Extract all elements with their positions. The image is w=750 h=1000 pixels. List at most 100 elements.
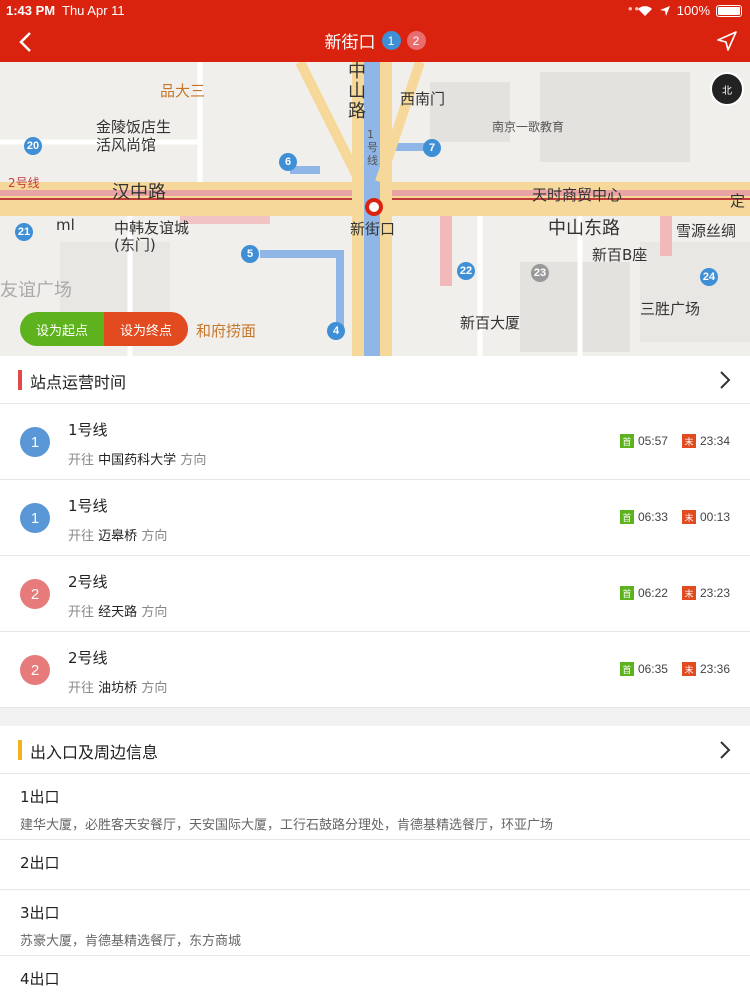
map-poi-youyi: 友谊广场 bbox=[0, 280, 72, 301]
toward-label: 开往 bbox=[68, 605, 95, 620]
wifi-icon bbox=[637, 5, 652, 16]
last-train-tag: 末 bbox=[681, 586, 696, 600]
line-number-badge: 2 bbox=[20, 655, 50, 685]
first-train-time: 06:22 bbox=[637, 586, 668, 600]
line-schedule-row[interactable]: 1 1号线 开往 中国药科大学 方向 首 05:57 末 23:34 bbox=[0, 404, 750, 480]
chevron-right-icon bbox=[720, 741, 731, 759]
line-name: 2号线 bbox=[68, 573, 108, 591]
line-destination: 油坊桥 bbox=[98, 681, 138, 696]
last-train-time: 23:34 bbox=[699, 434, 730, 448]
line-name: 1号线 bbox=[68, 497, 108, 515]
line-destination: 中国药科大学 bbox=[98, 453, 177, 468]
map-exit-marker[interactable]: 24 bbox=[700, 268, 718, 286]
line-name: 2号线 bbox=[68, 649, 108, 667]
map-road-hanzhong: 汉中路 bbox=[112, 182, 166, 203]
map-poi-xinbai: 新百大厦 bbox=[460, 314, 521, 332]
first-train-time: 06:33 bbox=[637, 510, 668, 524]
map-road-zhongshandong: 中山东路 bbox=[548, 218, 620, 239]
map-poi-xueyuan: 雪源丝绸 bbox=[676, 222, 737, 240]
exit-item[interactable]: 1出口 建华大厦，必胜客天安餐厅，天安国际大厦，工行石鼓路分理处，肯德基精选餐厅… bbox=[0, 774, 750, 840]
toward-label: 开往 bbox=[68, 453, 95, 468]
direction-label: 方向 bbox=[141, 529, 168, 544]
status-date: Thu Apr 11 bbox=[62, 3, 125, 18]
map-poi-jinling: 金陵饭店生 活风尚馆 bbox=[96, 118, 172, 154]
map-exit-marker[interactable]: 5 bbox=[241, 245, 259, 263]
map-exit-marker[interactable]: 23 bbox=[531, 264, 549, 282]
set-end-button[interactable]: 设为终点 bbox=[104, 312, 189, 346]
compass-icon[interactable]: 北 bbox=[710, 72, 744, 106]
map-exit-marker[interactable]: 21 bbox=[15, 223, 33, 241]
exit-item[interactable]: 2出口 bbox=[0, 840, 750, 890]
line-schedule-row[interactable]: 2 2号线 开往 经天路 方向 首 06:22 末 23:23 bbox=[0, 556, 750, 632]
line-number-badge: 1 bbox=[20, 503, 50, 533]
map-poi-edu: 南京一歌教育 bbox=[492, 120, 565, 134]
map-exit-marker[interactable]: 22 bbox=[457, 262, 475, 280]
map-exit-marker[interactable]: 4 bbox=[327, 322, 345, 340]
operation-hours-title: 站点运营时间 bbox=[30, 373, 127, 392]
first-train-time: 05:57 bbox=[637, 434, 668, 448]
exit-description: 建华大厦，必胜客天安餐厅，天安国际大厦，工行石鼓路分理处，肯德基精选餐厅，环亚广… bbox=[20, 818, 554, 833]
exits-header[interactable]: 出入口及周边信息 bbox=[0, 726, 750, 774]
direction-label: 方向 bbox=[180, 453, 207, 468]
map-exit-marker[interactable]: 20 bbox=[24, 137, 42, 155]
last-train-time: 23:36 bbox=[699, 662, 730, 676]
section-accent bbox=[18, 370, 22, 390]
battery-percent: 100% bbox=[676, 3, 710, 18]
map-poi-zhonghan: 中韩友谊城 (东门) bbox=[114, 219, 190, 254]
station-map[interactable]: 品大三 中 山 路 西南门 金陵饭店生 活风尚馆 南京一歌教育 1 号 线 汉中… bbox=[0, 62, 750, 356]
line-destination: 迈皋桥 bbox=[98, 529, 138, 544]
route-pill: 设为起点 设为终点 bbox=[20, 312, 189, 346]
schedule-times: 首 05:57 末 23:34 bbox=[619, 434, 730, 448]
line-schedule-row[interactable]: 2 2号线 开往 油坊桥 方向 首 06:35 末 23:36 bbox=[0, 632, 750, 708]
app-header: 1:43 PM Thu Apr 11 ••• 100% 新街口 1 2 bbox=[0, 0, 750, 62]
direction-label: 方向 bbox=[141, 605, 168, 620]
operation-hours-header[interactable]: 站点运营时间 bbox=[0, 356, 750, 404]
exit-item[interactable]: 3出口 苏豪大厦，肯德基精选餐厅，东方商城 bbox=[0, 890, 750, 956]
last-train-tag: 末 bbox=[681, 510, 696, 524]
section-divider bbox=[0, 708, 750, 726]
schedule-times: 首 06:35 末 23:36 bbox=[619, 662, 730, 676]
map-exit-marker[interactable]: 6 bbox=[279, 153, 297, 171]
exit-name: 3出口 bbox=[20, 904, 60, 922]
last-train-tag: 末 bbox=[681, 662, 696, 676]
exits-title: 出入口及周边信息 bbox=[30, 743, 159, 762]
map-line1-label: 1 号 线 bbox=[367, 128, 378, 167]
map-poi-ml: ml bbox=[56, 216, 75, 234]
exit-name: 2出口 bbox=[20, 854, 60, 872]
map-exit-marker[interactable]: 7 bbox=[423, 139, 441, 157]
first-train-tag: 首 bbox=[619, 662, 634, 676]
status-time: 1:43 PM bbox=[6, 3, 56, 18]
line-badge-2: 2 bbox=[406, 31, 426, 50]
line-name: 1号线 bbox=[68, 421, 108, 439]
line-schedule-row[interactable]: 1 1号线 开往 迈皋桥 方向 首 06:33 末 00:13 bbox=[0, 480, 750, 556]
toward-label: 开往 bbox=[68, 529, 95, 544]
line-destination: 经天路 bbox=[98, 605, 138, 620]
exit-description: 苏豪大厦，肯德基精选餐厅，东方商城 bbox=[20, 934, 242, 949]
first-train-tag: 首 bbox=[619, 510, 634, 524]
page-title: 新街口 bbox=[324, 33, 376, 53]
exit-name: 4出口 bbox=[20, 970, 60, 988]
map-line2-label: 2号线 bbox=[8, 176, 40, 190]
first-train-time: 06:35 bbox=[637, 662, 668, 676]
map-poi-xinbai-b: 新百B座 bbox=[592, 246, 648, 264]
line-badge-1: 1 bbox=[381, 31, 401, 50]
map-road-zhongshan: 中 山 路 bbox=[348, 62, 366, 122]
last-train-tag: 末 bbox=[681, 434, 696, 448]
navigate-icon[interactable] bbox=[716, 30, 738, 52]
map-poi-pindasan: 品大三 bbox=[160, 82, 206, 100]
exit-item[interactable]: 4出口 bbox=[0, 956, 750, 1000]
first-train-tag: 首 bbox=[619, 434, 634, 448]
map-station-xinjiekou: 新街口 bbox=[350, 220, 396, 238]
status-bar: 1:43 PM Thu Apr 11 ••• 100% bbox=[0, 0, 750, 20]
exit-name: 1出口 bbox=[20, 788, 60, 806]
map-poi-xinanmen: 西南门 bbox=[400, 90, 446, 108]
schedule-times: 首 06:22 末 23:23 bbox=[619, 586, 730, 600]
set-start-button[interactable]: 设为起点 bbox=[20, 312, 105, 346]
chevron-right-icon bbox=[720, 371, 731, 389]
map-poi-tianshi: 天时商贸中心 bbox=[532, 186, 623, 204]
location-arrow-icon bbox=[659, 5, 670, 16]
toward-label: 开往 bbox=[68, 681, 95, 696]
first-train-tag: 首 bbox=[619, 586, 634, 600]
line-number-badge: 1 bbox=[20, 427, 50, 457]
schedule-times: 首 06:33 末 00:13 bbox=[619, 510, 730, 524]
